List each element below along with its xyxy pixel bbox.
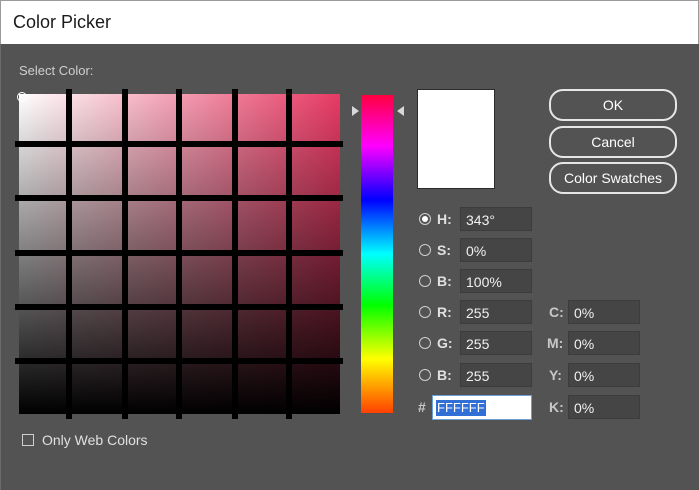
hue-label: H:	[437, 211, 452, 227]
cyan-label: C:	[549, 304, 564, 320]
saturation-input[interactable]: 0%	[460, 238, 532, 262]
grid-line	[15, 358, 343, 364]
hex-value: FFFFFF	[436, 400, 486, 416]
only-web-colors-label: Only Web Colors	[42, 432, 148, 448]
hue-slider-left-arrow-icon[interactable]	[352, 106, 359, 116]
cyan-input[interactable]: 0%	[568, 300, 640, 324]
black-input[interactable]: 0%	[568, 395, 640, 419]
brightness-radio[interactable]	[419, 275, 431, 287]
red-input[interactable]: 255	[460, 300, 532, 324]
yellow-input[interactable]: 0%	[568, 363, 640, 387]
hex-input[interactable]: FFFFFF	[432, 395, 532, 420]
brightness-input[interactable]: 100%	[460, 269, 532, 293]
grid-line	[15, 304, 343, 310]
blue-radio[interactable]	[419, 369, 431, 381]
hue-input[interactable]: 343°	[460, 207, 532, 231]
green-radio[interactable]	[419, 337, 431, 349]
cancel-button[interactable]: Cancel	[549, 126, 677, 158]
hue-slider[interactable]	[361, 95, 393, 413]
title-bar: Color Picker	[0, 0, 699, 44]
red-radio[interactable]	[419, 306, 431, 318]
hex-label: #	[418, 399, 426, 415]
grid-line	[15, 141, 343, 147]
saturation-radio[interactable]	[419, 244, 431, 256]
green-label: G:	[437, 335, 453, 351]
color-preview	[417, 89, 495, 189]
blue-input[interactable]: 255	[460, 363, 532, 387]
grid-line	[15, 250, 343, 256]
magenta-label: M:	[547, 335, 564, 351]
window-title: Color Picker	[13, 12, 112, 32]
grid-line	[15, 195, 343, 201]
saturation-label: S:	[437, 242, 451, 258]
green-input[interactable]: 255	[460, 331, 532, 355]
ok-button[interactable]: OK	[549, 89, 677, 121]
only-web-colors-checkbox[interactable]	[22, 434, 34, 446]
select-color-label: Select Color:	[19, 63, 94, 78]
brightness-label: B:	[437, 273, 452, 289]
yellow-label: Y:	[549, 367, 562, 383]
magenta-input[interactable]: 0%	[568, 331, 640, 355]
hue-slider-right-arrow-icon[interactable]	[397, 106, 404, 116]
color-field-cursor[interactable]	[17, 92, 27, 102]
red-label: R:	[437, 304, 452, 320]
color-swatches-button[interactable]: Color Swatches	[549, 162, 677, 194]
blue-label: B:	[437, 367, 452, 383]
black-label: K:	[549, 399, 564, 415]
hue-radio[interactable]	[419, 213, 431, 225]
